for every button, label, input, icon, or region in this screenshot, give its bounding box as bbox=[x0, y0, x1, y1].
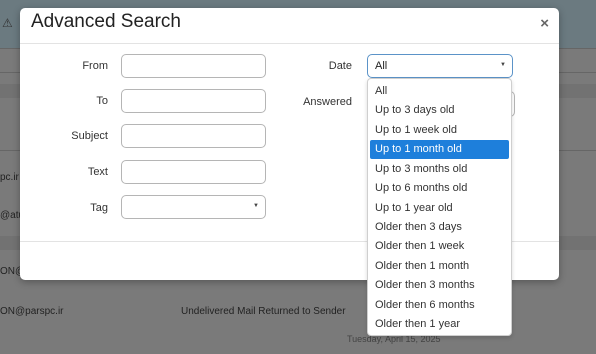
dropdown-option[interactable]: Older then 1 week bbox=[370, 237, 509, 256]
text-input[interactable] bbox=[121, 160, 266, 184]
to-label: To bbox=[96, 95, 108, 107]
dropdown-option[interactable]: Up to 3 months old bbox=[370, 160, 509, 179]
dropdown-option[interactable]: All bbox=[370, 82, 509, 101]
to-input[interactable] bbox=[121, 89, 266, 113]
dropdown-option[interactable]: Older then 3 months bbox=[370, 276, 509, 295]
close-icon[interactable]: × bbox=[540, 15, 549, 32]
date-label: Date bbox=[328, 60, 352, 72]
subject-input[interactable] bbox=[121, 124, 266, 148]
dropdown-option[interactable]: Older then 3 days bbox=[370, 218, 509, 237]
answered-label: Answered bbox=[303, 96, 352, 108]
dropdown-option[interactable]: Older then 6 months bbox=[370, 296, 509, 315]
date-dropdown-list: All Up to 3 days old Up to 1 week old Up… bbox=[367, 78, 512, 336]
date-select-value: All bbox=[375, 60, 388, 72]
chevron-down-icon: ▼ bbox=[500, 62, 506, 68]
dialog-header-divider bbox=[20, 43, 559, 44]
background-subject: Undelivered Mail Returned to Sender bbox=[181, 306, 346, 317]
from-label: From bbox=[82, 60, 108, 72]
dropdown-option[interactable]: Older then 1 month bbox=[370, 257, 509, 276]
dropdown-option[interactable]: Up to 3 days old bbox=[370, 101, 509, 120]
text-label: Text bbox=[87, 166, 108, 178]
dialog-title: Advanced Search bbox=[31, 11, 181, 32]
dropdown-option[interactable]: Up to 6 months old bbox=[370, 179, 509, 198]
background-email: pc.ir bbox=[0, 172, 19, 183]
from-input[interactable] bbox=[121, 54, 266, 78]
subject-label: Subject bbox=[71, 130, 108, 142]
tag-select[interactable]: ▼ bbox=[121, 195, 266, 219]
tag-label: Tag bbox=[90, 202, 108, 214]
dropdown-option-highlighted[interactable]: Up to 1 month old bbox=[370, 140, 509, 159]
dropdown-option[interactable]: Older then 1 year bbox=[370, 315, 509, 334]
date-select[interactable]: All ▼ bbox=[367, 54, 513, 78]
dropdown-option[interactable]: Up to 1 year old bbox=[370, 199, 509, 218]
warning-icon: ⚠ bbox=[2, 16, 13, 30]
chevron-down-icon: ▼ bbox=[253, 203, 259, 209]
dropdown-option[interactable]: Up to 1 week old bbox=[370, 121, 509, 140]
background-email: ON@parspc.ir bbox=[0, 306, 64, 317]
